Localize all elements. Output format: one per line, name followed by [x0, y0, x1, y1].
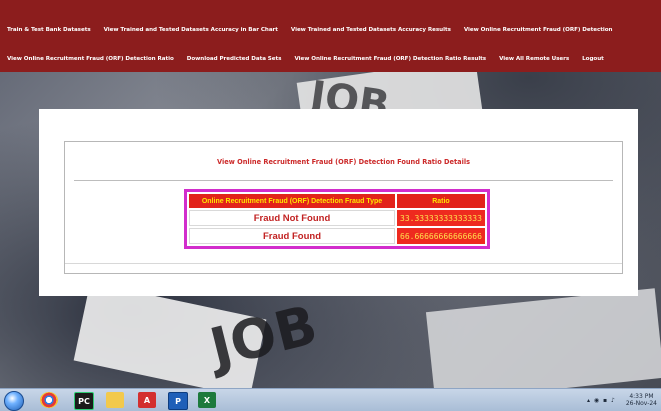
clock-date: 26-Nov-24	[625, 400, 657, 407]
chrome-icon[interactable]	[40, 392, 58, 408]
nav-row-2: View Online Recruitment Fraud (ORF) Dete…	[0, 45, 661, 73]
divider	[74, 180, 613, 181]
tray-icons[interactable]: ▴ ◉ ▪ ♪	[587, 397, 616, 404]
ratio-panel: View Online Recruitment Fraud (ORF) Dete…	[64, 141, 623, 274]
windows-taskbar: PC A P X ▴ ◉ ▪ ♪ 4:33 PM 26-Nov-24	[0, 388, 661, 411]
pycharm-icon[interactable]: PC	[74, 392, 94, 410]
acrobat-icon[interactable]: A	[138, 392, 156, 408]
panel-title: View Online Recruitment Fraud (ORF) Dete…	[216, 158, 471, 166]
nav-train-test-datasets[interactable]: Train & Test Bank Datasets	[7, 27, 91, 33]
nav-orf-ratio-results[interactable]: View Online Recruitment Fraud (ORF) Dete…	[294, 56, 486, 62]
content-card: View Online Recruitment Fraud (ORF) Dete…	[39, 109, 638, 296]
system-tray: ▴ ◉ ▪ ♪ 4:33 PM 26-Nov-24	[587, 389, 657, 411]
ratio-cell: 66.66666666666666	[397, 228, 485, 244]
excel-icon[interactable]: X	[198, 392, 216, 408]
ratio-table: Online Recruitment Fraud (ORF) Detection…	[184, 189, 490, 249]
ratio-cell: 33.33333333333333	[397, 210, 485, 226]
nav-accuracy-bar-chart[interactable]: View Trained and Tested Datasets Accurac…	[104, 27, 278, 33]
nav-row-1: Train & Test Bank Datasets View Trained …	[0, 16, 661, 44]
divider	[65, 263, 622, 264]
nav-remote-users[interactable]: View All Remote Users	[499, 56, 569, 62]
nav-accuracy-results[interactable]: View Trained and Tested Datasets Accurac…	[291, 27, 451, 33]
column-header-fraud-type: Online Recruitment Fraud (ORF) Detection…	[189, 194, 395, 208]
clock-time: 4:33 PM	[629, 393, 654, 400]
nav-orf-detection[interactable]: View Online Recruitment Fraud (ORF) Dete…	[464, 27, 613, 33]
clock[interactable]: 4:33 PM 26-Nov-24	[626, 393, 657, 407]
table-row: Fraud Found 66.66666666666666	[189, 228, 485, 244]
start-orb-icon[interactable]	[4, 391, 24, 411]
table-row: Fraud Not Found 33.33333333333333	[189, 210, 485, 226]
python-icon[interactable]: P	[168, 392, 188, 410]
nav-logout[interactable]: Logout	[582, 56, 604, 62]
fraud-type-cell: Fraud Found	[189, 228, 395, 244]
nav-download-predicted[interactable]: Download Predicted Data Sets	[187, 56, 282, 62]
column-header-ratio: Ratio	[397, 194, 485, 208]
nav-orf-detection-ratio[interactable]: View Online Recruitment Fraud (ORF) Dete…	[7, 56, 174, 62]
file-explorer-icon[interactable]	[106, 392, 124, 408]
table-header-row: Online Recruitment Fraud (ORF) Detection…	[189, 194, 485, 208]
fraud-type-cell: Fraud Not Found	[189, 210, 395, 226]
top-navigation: Train & Test Bank Datasets View Trained …	[0, 0, 661, 72]
